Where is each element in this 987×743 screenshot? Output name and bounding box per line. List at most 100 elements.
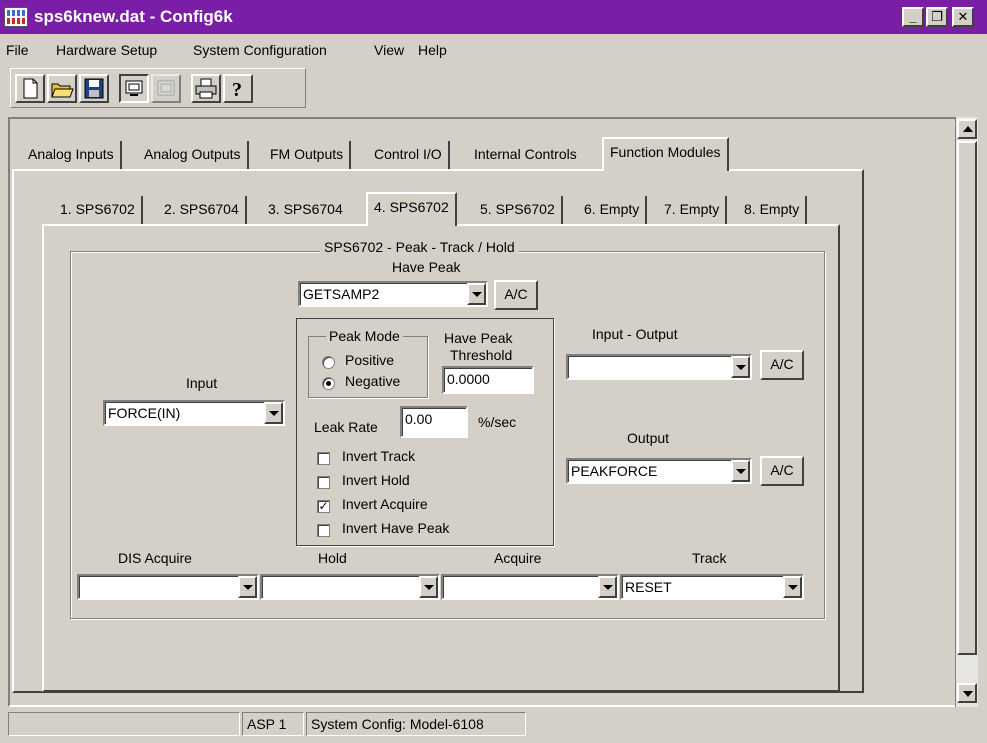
- tab-analog-outputs[interactable]: Analog Outputs: [138, 141, 249, 169]
- invert-track-checkbox[interactable]: [317, 452, 330, 465]
- printer-icon: [195, 78, 217, 99]
- have-peak-ac-button[interactable]: A/C: [494, 280, 538, 310]
- dis-acquire-select[interactable]: [77, 574, 259, 600]
- help-icon: ?: [232, 79, 242, 101]
- scroll-down-button[interactable]: [957, 683, 977, 703]
- vertical-scrollbar[interactable]: [955, 117, 978, 707]
- help-button[interactable]: ?: [223, 74, 253, 103]
- disabled-panel-button[interactable]: [151, 74, 181, 103]
- app-icon[interactable]: [4, 7, 28, 27]
- output-ac-button[interactable]: A/C: [760, 456, 804, 486]
- status-pane-asp: ASP 1: [242, 712, 304, 736]
- tab-module-5[interactable]: 5. SPS6702: [474, 196, 563, 224]
- print-button[interactable]: [191, 74, 221, 103]
- save-disk-icon: [84, 78, 104, 99]
- menu-hardware-setup[interactable]: Hardware Setup: [56, 42, 157, 58]
- peak-mode-label: Peak Mode: [326, 328, 403, 344]
- menu-system-configuration[interactable]: System Configuration: [193, 42, 327, 58]
- invert-track-label: Invert Track: [342, 448, 416, 464]
- chevron-down-icon[interactable]: [598, 576, 617, 598]
- status-bar: ASP 1 System Config: Model-6108: [0, 710, 987, 743]
- have-peak-value: GETSAMP2: [303, 286, 380, 302]
- status-pane-1: [8, 712, 240, 736]
- input-label: Input: [186, 375, 218, 391]
- tab-module-4[interactable]: 4. SPS6702: [366, 192, 457, 226]
- chevron-down-icon[interactable]: [467, 283, 486, 305]
- tab-module-6[interactable]: 6. Empty: [578, 196, 648, 224]
- output-select[interactable]: PEAKFORCE: [566, 458, 752, 484]
- hold-label: Hold: [318, 550, 347, 566]
- view-toggle-button[interactable]: [119, 74, 149, 103]
- positive-label: Positive: [345, 352, 395, 368]
- input-output-label: Input - Output: [592, 326, 678, 342]
- tab-module-7[interactable]: 7. Empty: [658, 196, 728, 224]
- positive-radio[interactable]: [322, 356, 335, 369]
- tab-module-3[interactable]: 3. SPS6704: [262, 196, 349, 224]
- window-title: sps6knew.dat - Config6k: [34, 7, 233, 26]
- have-peak-select[interactable]: GETSAMP2: [298, 281, 488, 307]
- threshold-label-1: Have Peak: [444, 330, 513, 346]
- maximize-button[interactable]: ❐: [926, 7, 948, 27]
- track-label: Track: [692, 550, 727, 566]
- tab-fm-outputs[interactable]: FM Outputs: [264, 141, 352, 169]
- leak-rate-unit: %/sec: [478, 414, 517, 430]
- invert-have-peak-label: Invert Have Peak: [342, 520, 450, 536]
- acquire-select[interactable]: [441, 574, 619, 600]
- tab-function-modules[interactable]: Function Modules: [602, 137, 729, 171]
- track-select[interactable]: RESET: [620, 574, 804, 600]
- input-output-ac-button[interactable]: A/C: [760, 350, 804, 380]
- negative-label: Negative: [345, 373, 401, 389]
- leak-rate-label: Leak Rate: [314, 419, 378, 435]
- scroll-thumb[interactable]: [957, 141, 977, 655]
- scroll-up-button[interactable]: [957, 119, 977, 139]
- tab-module-1[interactable]: 1. SPS6702: [54, 196, 143, 224]
- chevron-down-icon[interactable]: [419, 576, 438, 598]
- acquire-label: Acquire: [494, 550, 542, 566]
- chevron-down-icon[interactable]: [731, 460, 750, 482]
- input-output-select[interactable]: [566, 354, 752, 380]
- output-value: PEAKFORCE: [571, 463, 658, 479]
- input-select[interactable]: FORCE(IN): [103, 400, 285, 426]
- save-button[interactable]: [79, 74, 109, 103]
- tab-module-2[interactable]: 2. SPS6704: [158, 196, 247, 224]
- leak-rate-input[interactable]: 0.00: [400, 406, 468, 438]
- track-value: RESET: [625, 579, 672, 595]
- tab-internal-controls[interactable]: Internal Controls: [468, 141, 583, 169]
- tab-control-io[interactable]: Control I/O: [368, 141, 450, 169]
- tab-module-8[interactable]: 8. Empty: [738, 196, 808, 224]
- title-bar[interactable]: sps6knew.dat - Config6k _ ❐ ✕: [0, 0, 987, 34]
- arrow-up-icon: [963, 126, 973, 132]
- new-file-icon: [23, 78, 38, 99]
- open-button[interactable]: [47, 74, 77, 103]
- menu-bar: File Hardware Setup System Configuration…: [0, 38, 987, 64]
- chevron-down-icon[interactable]: [731, 356, 750, 378]
- negative-radio[interactable]: [322, 377, 335, 390]
- invert-hold-checkbox[interactable]: [317, 476, 330, 489]
- invert-have-peak-checkbox[interactable]: [317, 524, 330, 537]
- new-file-button[interactable]: [15, 74, 45, 103]
- invert-acquire-label: Invert Acquire: [342, 496, 428, 512]
- output-label: Output: [627, 430, 670, 446]
- close-button[interactable]: ✕: [952, 7, 974, 27]
- open-folder-icon: [51, 83, 74, 98]
- have-peak-label: Have Peak: [392, 259, 461, 275]
- threshold-label-2: Threshold: [450, 347, 513, 363]
- menu-file[interactable]: File: [6, 42, 29, 58]
- module-title: SPS6702 - Peak - Track / Hold: [320, 239, 519, 255]
- minimize-button[interactable]: _: [902, 7, 924, 27]
- toolbar: ?: [10, 68, 306, 108]
- disabled-panel-icon: [157, 80, 175, 96]
- chevron-down-icon[interactable]: [238, 576, 257, 598]
- chevron-down-icon[interactable]: [783, 576, 802, 598]
- status-pane-config: System Config: Model-6108: [306, 712, 526, 736]
- arrow-down-icon: [963, 691, 973, 697]
- invert-acquire-checkbox[interactable]: ✓: [317, 500, 330, 513]
- monitor-icon: [125, 80, 143, 96]
- threshold-input[interactable]: 0.0000: [442, 366, 534, 394]
- hold-select[interactable]: [260, 574, 440, 600]
- chevron-down-icon[interactable]: [264, 402, 283, 424]
- input-value: FORCE(IN): [108, 405, 181, 421]
- menu-view[interactable]: View: [374, 42, 404, 58]
- tab-analog-inputs[interactable]: Analog Inputs: [22, 141, 122, 169]
- menu-help[interactable]: Help: [418, 42, 447, 58]
